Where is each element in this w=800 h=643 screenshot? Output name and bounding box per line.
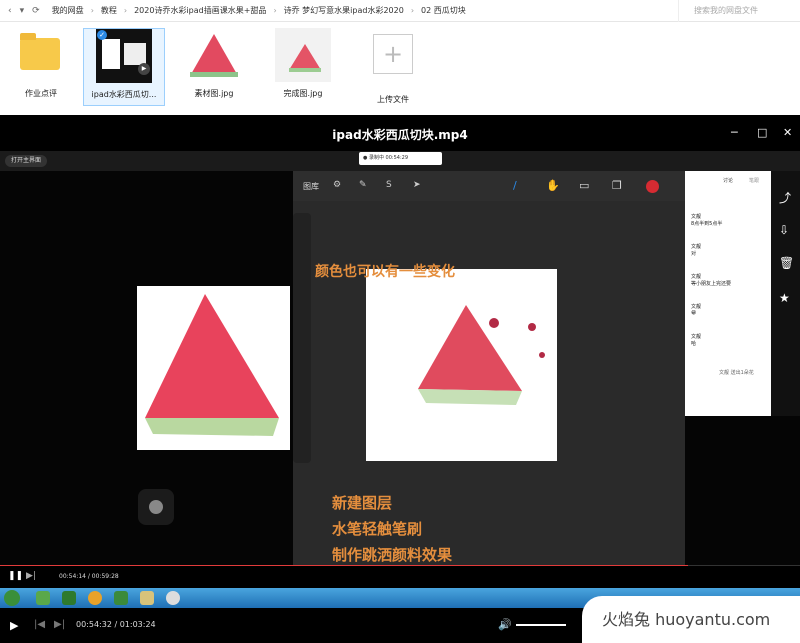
tab-notes[interactable]: 笔跟	[749, 177, 759, 184]
back-icon[interactable]: ‹	[8, 6, 12, 16]
file-item-video[interactable]: ✓ ▶ ipad水彩西瓜切...	[83, 28, 165, 106]
inner-toolbar: 打开主界面 ● 录制中 00:54:29	[0, 151, 800, 171]
transform-icon[interactable]: ➤	[413, 180, 421, 190]
file-name: 完成图.jpg	[283, 89, 323, 98]
chat-message: 文靓 8点半到5点半	[691, 214, 723, 227]
chat-message: 文靓对	[691, 244, 702, 257]
open-main-button[interactable]: 打开主界面	[5, 155, 48, 167]
inner-time: 00:54:14 / 00:59:28	[59, 573, 119, 580]
breadcrumb: 我的网盘 › 教程 › 2020诗乔水彩ipad插画课水果+甜品 › 诗乔 梦幻写意水…	[51, 5, 466, 16]
file-item-folder[interactable]: 作业点评	[0, 28, 82, 106]
dropdown-icon[interactable]: ▾	[20, 6, 25, 16]
app-icon[interactable]	[36, 591, 50, 605]
next-icon[interactable]: ▶|	[54, 619, 65, 630]
volume-slider[interactable]	[516, 624, 566, 626]
pause-icon[interactable]: ❚❚	[8, 571, 23, 581]
upload-icon: +	[365, 34, 421, 88]
file-name: 素材图.jpg	[194, 89, 234, 98]
wrench-icon[interactable]: ⚙	[333, 180, 341, 190]
select-icon[interactable]: S	[386, 180, 392, 190]
chat-message: 文靓 😁	[691, 304, 702, 316]
caption-line-1: 新建图层	[332, 494, 393, 512]
brush-icon[interactable]: /	[513, 179, 517, 192]
inner-player-controls: ❚❚ ▶| 00:54:14 / 00:59:28	[0, 566, 800, 588]
app-icon[interactable]	[114, 591, 128, 605]
reference-image	[137, 286, 290, 450]
color-swatch-icon[interactable]	[646, 180, 659, 193]
prev-icon[interactable]: |◀	[34, 619, 45, 630]
watermelon-thumb	[186, 28, 242, 82]
volume-icon[interactable]: 🔊	[498, 618, 512, 631]
video-title: ipad水彩西瓜切块.mp4	[332, 128, 468, 142]
search-input[interactable]: 搜索我的网盘文件	[678, 0, 800, 22]
chat-message: 文靓 等小朋友上完还要	[691, 274, 732, 287]
chat-list: 讨论 笔跟 文靓 8点半到5点半 文靓对 文靓 等小朋友上完还要 文靓 😁 文靓哈 文…	[685, 171, 771, 416]
app-icon[interactable]	[140, 591, 154, 605]
check-icon: ✓	[97, 30, 107, 40]
crumb-0[interactable]: 我的网盘	[52, 5, 84, 16]
crumb-1[interactable]: 教程	[101, 5, 117, 16]
maximize-icon[interactable]: □	[757, 126, 767, 139]
next-icon[interactable]: ▶|	[26, 571, 36, 581]
chat-message: 文靓哈	[691, 334, 702, 347]
app-icon[interactable]	[166, 591, 180, 605]
canvas[interactable]	[366, 269, 557, 461]
file-grid: 作业点评 ✓ ▶ ipad水彩西瓜切... 素材图.jpg 完成图.jpg + …	[0, 22, 800, 115]
delete-icon[interactable]: 🗑	[779, 256, 794, 270]
close-icon[interactable]: ✕	[783, 126, 792, 139]
watermelon-thumb	[275, 28, 331, 82]
refresh-icon[interactable]: ⟳	[32, 6, 40, 16]
smudge-icon[interactable]: ✋	[546, 179, 560, 192]
video-thumb: ✓ ▶	[96, 29, 152, 83]
file-item-image[interactable]: 素材图.jpg	[173, 28, 255, 106]
action-column: ⤴ ⇩ 🗑 ★	[771, 171, 800, 416]
start-icon[interactable]	[4, 590, 20, 606]
video-title-bar: ipad水彩西瓜切块.mp4 ─ □ ✕	[0, 115, 800, 151]
pin-icon[interactable]: ★	[779, 291, 790, 305]
folder-icon	[13, 28, 69, 82]
adjust-icon[interactable]: ✎	[359, 180, 367, 190]
caption-line-3: 制作跳洒颜料效果	[332, 546, 453, 564]
upload-button[interactable]: + 上传文件	[352, 28, 434, 106]
tab-discussion[interactable]: 讨论	[723, 177, 733, 184]
download-icon[interactable]: ⇩	[779, 223, 789, 237]
layers-icon[interactable]: ❐	[612, 179, 622, 192]
player-time: 00:54:32 / 01:03:24	[76, 620, 156, 629]
address-bar: ‹ ▾ ⟳ 我的网盘 › 教程 › 2020诗乔水彩ipad插画课水果+甜品 › 诗乔…	[0, 0, 800, 22]
nav-controls: ‹ ▾ ⟳	[0, 6, 40, 16]
caption-line-2: 水笔轻触笔刷	[332, 520, 423, 538]
file-item-image[interactable]: 完成图.jpg	[262, 28, 344, 106]
chat-panel: 讨论 笔跟 文靓 8点半到5点半 文靓对 文靓 等小朋友上完还要 文靓 😁 文靓哈 文…	[685, 171, 800, 416]
procreate-toolbar: 图库 ⚙ ✎ S ➤ / ✋ ▭ ❐	[293, 171, 685, 201]
watermark: 火焰兔 huoyantu.com	[582, 596, 800, 643]
caption-top: 颜色也可以有一些变化	[315, 264, 455, 280]
file-name: 上传文件	[377, 95, 409, 104]
assistive-touch-icon[interactable]	[138, 489, 174, 525]
eraser-icon[interactable]: ▭	[579, 179, 589, 192]
play-icon[interactable]: ▶	[10, 619, 18, 632]
crumb-4[interactable]: 02 西瓜切块	[421, 5, 466, 16]
share-icon[interactable]: ⤴	[779, 189, 791, 206]
video-frame: 打开主界面 ● 录制中 00:54:29 图库 ⚙ ✎ S ➤ / ✋ ▭ ❐	[0, 151, 800, 566]
app-icon[interactable]	[88, 591, 102, 605]
system-message: 文靓 送出1朵花	[719, 370, 754, 376]
play-icon: ▶	[138, 63, 150, 75]
recording-indicator: ● 录制中 00:54:29	[359, 152, 442, 165]
crumb-2[interactable]: 2020诗乔水彩ipad插画课水果+甜品	[134, 5, 266, 16]
crumb-3[interactable]: 诗乔 梦幻写意水果ipad水彩2020	[284, 5, 404, 16]
gallery-button[interactable]: 图库	[303, 181, 319, 192]
file-name: ipad水彩西瓜切...	[91, 90, 157, 99]
app-icon[interactable]	[62, 591, 76, 605]
file-name: 作业点评	[25, 89, 57, 98]
sidebar-sliders[interactable]	[293, 213, 311, 463]
minimize-icon[interactable]: ─	[731, 126, 738, 139]
